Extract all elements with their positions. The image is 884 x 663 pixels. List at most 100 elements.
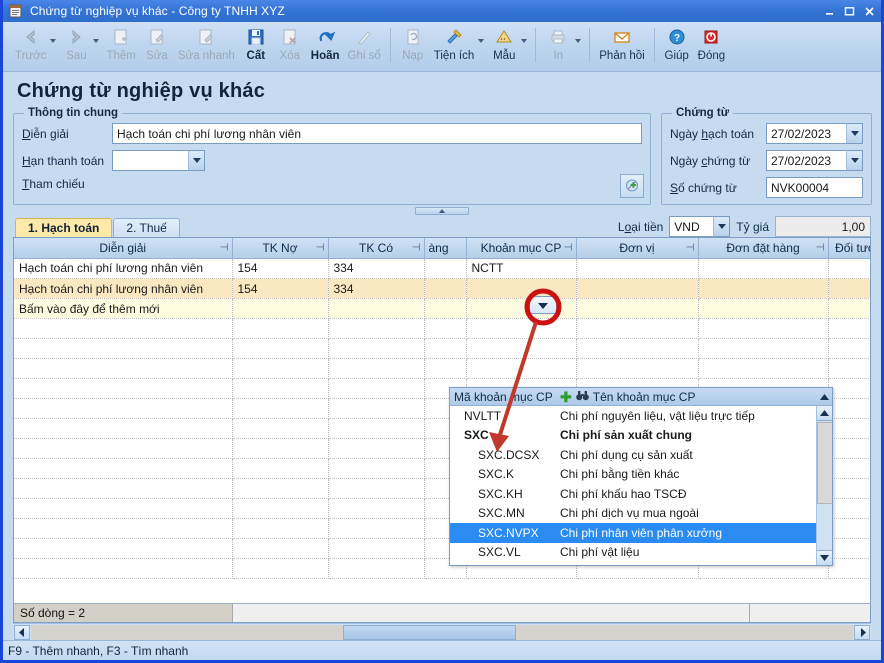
- cell-tk-no[interactable]: [232, 298, 329, 319]
- cell-hang[interactable]: [424, 278, 467, 299]
- ngay-hach-toan-input[interactable]: [766, 123, 846, 144]
- cell-hang[interactable]: [424, 298, 467, 319]
- dropdown-vertical-scrollbar[interactable]: [816, 406, 832, 565]
- han-thanh-toan-input[interactable]: [112, 150, 188, 171]
- toolbar-button-them[interactable]: Thêm: [102, 25, 139, 71]
- toolbar-button-nap[interactable]: Nạp: [396, 25, 430, 71]
- list-item[interactable]: SXC.VL Chi phí vật liệu: [450, 543, 832, 563]
- column-header-dien-giai[interactable]: Diễn giải ⊣: [14, 238, 233, 259]
- toolbar-button-giup[interactable]: ? Giúp: [660, 25, 694, 71]
- table-row-empty[interactable]: [14, 338, 870, 359]
- toolbar-button-in[interactable]: In: [541, 25, 575, 71]
- list-item-selected[interactable]: SXC.NVPX Chi phí nhân viên phân xưởng: [450, 523, 832, 543]
- cell-don-vi[interactable]: [576, 258, 699, 279]
- add-attachment-icon[interactable]: [620, 174, 644, 198]
- column-header-doi-tuong-thcp[interactable]: Đối tượng THCP: [828, 238, 870, 259]
- minimize-button[interactable]: [819, 2, 839, 20]
- cell-don-dat-hang[interactable]: [698, 298, 829, 319]
- toolbar-button-truoc[interactable]: Trước: [11, 25, 50, 71]
- toolbar-button-dong[interactable]: Đóng: [694, 25, 730, 71]
- so-chung-tu-input[interactable]: [766, 177, 863, 198]
- toolbar-button-cat[interactable]: Cất: [239, 25, 273, 71]
- cell-dien-giai[interactable]: Hạch toán chi phí lương nhân viên: [14, 258, 233, 279]
- toolbar-button-ghiso[interactable]: Ghi sổ: [344, 25, 385, 71]
- toolbar-button-xoa[interactable]: Xóa: [273, 25, 307, 71]
- khoan-muc-cp-dropdown[interactable]: Mã khoản mục CP ✚ Tên khoản mục CP NVLTT…: [449, 387, 833, 566]
- chevron-down-icon[interactable]: [713, 216, 731, 237]
- pin-icon[interactable]: ⊣: [220, 242, 229, 253]
- cell-don-vi[interactable]: [576, 298, 699, 319]
- toolbar-button-tienich[interactable]: Tiện ích: [430, 25, 478, 71]
- cell-don-dat-hang[interactable]: [698, 278, 829, 299]
- toolbar-button-sua[interactable]: Sửa: [140, 25, 174, 71]
- ngay-chung-tu-combo[interactable]: [766, 150, 863, 171]
- chevron-up-icon[interactable]: [415, 206, 469, 215]
- list-item[interactable]: SXC.K Chi phí bằng tiền khác: [450, 465, 832, 485]
- scroll-right-icon[interactable]: [854, 624, 870, 640]
- pin-icon[interactable]: ⊣: [564, 242, 573, 253]
- cell-dien-giai[interactable]: Hạch toán chi phí lương nhân viên: [14, 278, 233, 299]
- collapse-handle[interactable]: [13, 206, 871, 215]
- dropdown-list[interactable]: NVLTT Chi phí nguyên liệu, vật liệu trực…: [450, 406, 832, 565]
- chevron-down-icon[interactable]: [188, 150, 205, 171]
- ngay-chung-tu-input[interactable]: [766, 150, 846, 171]
- list-item[interactable]: SXC.KH Chi phí khấu hao TSCĐ: [450, 484, 832, 504]
- cell-tk-co[interactable]: 334: [328, 278, 425, 299]
- list-item[interactable]: SXC.MN Chi phí dịch vụ mua ngoài: [450, 504, 832, 524]
- column-header-don-vi[interactable]: Đơn vị ⊣: [576, 238, 699, 259]
- cell-add-new-hint[interactable]: Bấm vào đây để thêm mới: [14, 298, 233, 319]
- table-row-empty[interactable]: [14, 358, 870, 379]
- chevron-down-icon[interactable]: [538, 298, 548, 312]
- cell-don-vi[interactable]: [576, 278, 699, 299]
- cell-doi-tuong-thcp[interactable]: [828, 298, 870, 319]
- table-row[interactable]: Hạch toán chi phí lương nhân viên 154 33…: [14, 278, 870, 299]
- table-row[interactable]: Hạch toán chi phí lương nhân viên 154 33…: [14, 258, 870, 279]
- maximize-button[interactable]: [839, 2, 859, 20]
- dien-giai-input[interactable]: [112, 123, 642, 144]
- column-header-tk-co[interactable]: TK Có ⊣: [328, 238, 425, 259]
- scroll-left-icon[interactable]: [14, 624, 30, 640]
- cell-doi-tuong-thcp[interactable]: [828, 258, 870, 279]
- pin-icon[interactable]: ⊣: [316, 242, 325, 253]
- loai-tien-combo[interactable]: [669, 216, 731, 237]
- cell-doi-tuong-thcp[interactable]: [828, 278, 870, 299]
- plus-icon[interactable]: ✚: [560, 390, 572, 404]
- column-header-khoan-muc-cp[interactable]: Khoản mục CP ⊣: [466, 238, 577, 259]
- toolbar-button-hoan[interactable]: Hoãn: [307, 25, 344, 71]
- table-row-empty[interactable]: [14, 318, 870, 339]
- toolbar-button-suanhanh[interactable]: Sửa nhanh: [174, 25, 239, 71]
- ngay-hach-toan-combo[interactable]: [766, 123, 863, 144]
- list-item[interactable]: SXC Chi phí sản xuất chung: [450, 426, 832, 446]
- column-header-tk-no[interactable]: TK Nợ ⊣: [232, 238, 329, 259]
- tab-hach-toan[interactable]: 1. Hạch toán: [15, 218, 113, 237]
- cell-khoan-muc-cp[interactable]: [466, 278, 577, 299]
- han-thanh-toan-combo[interactable]: [112, 150, 205, 171]
- dropdown-scrollbar-thumb[interactable]: [817, 422, 832, 504]
- chevron-up-icon[interactable]: [816, 393, 832, 400]
- chevron-down-icon[interactable]: [846, 123, 863, 144]
- cell-tk-co[interactable]: [328, 298, 425, 319]
- cell-tk-co[interactable]: 334: [328, 258, 425, 279]
- scroll-down-icon[interactable]: [817, 550, 832, 565]
- scrollbar-track[interactable]: [31, 624, 853, 640]
- cell-dropdown-button[interactable]: [529, 296, 557, 314]
- cell-tk-no[interactable]: 154: [232, 278, 329, 299]
- cell-khoan-muc-cp[interactable]: [466, 298, 577, 319]
- toolbar-button-mau[interactable]: Mẫu: [487, 25, 521, 71]
- tab-thue[interactable]: 2. Thuế: [113, 218, 180, 237]
- horizontal-scrollbar[interactable]: [13, 623, 871, 640]
- toolbar-button-phanhoi[interactable]: Phản hồi: [595, 25, 648, 71]
- cell-khoan-muc-cp[interactable]: NCTT: [466, 258, 577, 279]
- toolbar-button-sau[interactable]: Sau: [59, 25, 93, 71]
- scrollbar-thumb[interactable]: [343, 624, 516, 640]
- column-header-don-dat-hang[interactable]: Đơn đặt hàng ⊣: [698, 238, 829, 259]
- pin-icon[interactable]: ⊣: [686, 242, 695, 253]
- loai-tien-input[interactable]: [669, 216, 714, 237]
- binoculars-icon[interactable]: [575, 390, 589, 404]
- pin-icon[interactable]: ⊣: [816, 242, 825, 253]
- cell-don-dat-hang[interactable]: [698, 258, 829, 279]
- cell-tk-no[interactable]: 154: [232, 258, 329, 279]
- list-item[interactable]: SXC.DCSX Chi phí dụng cụ sản xuất: [450, 445, 832, 465]
- chevron-down-icon[interactable]: [846, 150, 863, 171]
- list-item[interactable]: NVLTT Chi phí nguyên liệu, vật liệu trực…: [450, 406, 832, 426]
